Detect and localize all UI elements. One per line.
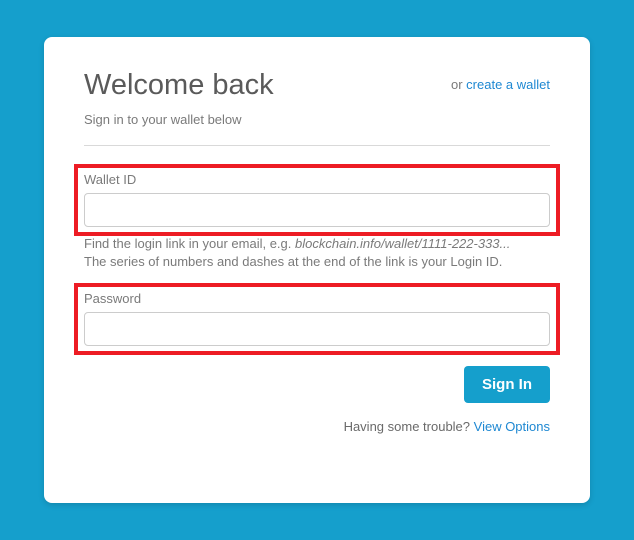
trouble-text: Having some trouble? xyxy=(344,419,474,434)
trouble-row: Having some trouble? View Options xyxy=(84,419,550,434)
login-card: Welcome back or create a wallet Sign in … xyxy=(44,37,590,503)
divider xyxy=(84,145,550,146)
wallet-id-label: Wallet ID xyxy=(84,172,550,187)
sign-in-button[interactable]: Sign In xyxy=(464,366,550,403)
hint-prefix: Find the login link in your email, e.g. xyxy=(84,236,295,251)
page-title: Welcome back xyxy=(84,69,274,102)
password-group: Password xyxy=(84,291,550,346)
hint-example: blockchain.info/wallet/1111-222-333... xyxy=(295,236,510,251)
wallet-id-group: Wallet ID xyxy=(84,172,550,227)
create-wallet-wrap: or create a wallet xyxy=(451,77,550,92)
wallet-id-input[interactable] xyxy=(84,193,550,227)
actions-row: Sign In xyxy=(84,366,550,403)
password-input[interactable] xyxy=(84,312,550,346)
subtitle: Sign in to your wallet below xyxy=(84,112,550,127)
or-text: or xyxy=(451,77,466,92)
password-label: Password xyxy=(84,291,550,306)
header-row: Welcome back or create a wallet xyxy=(84,69,550,102)
view-options-link[interactable]: View Options xyxy=(474,419,550,434)
create-wallet-link[interactable]: create a wallet xyxy=(466,77,550,92)
hint-line2: The series of numbers and dashes at the … xyxy=(84,254,502,269)
wallet-id-hint: Find the login link in your email, e.g. … xyxy=(84,235,550,271)
